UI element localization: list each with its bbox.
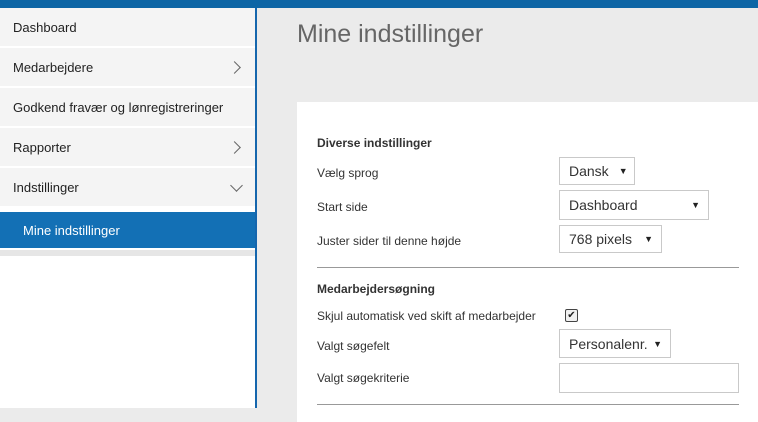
page-title: Mine indstillinger [297,20,484,48]
sidebar-item-label: Indstillinger [13,179,79,195]
language-label: Vælg sprog [317,166,379,180]
sidebar-item-label: Godkend fravær og lønregistreringer [13,99,224,115]
settings-panel: Diverse indstillinger Vælg sprog Dansk ▼… [297,102,758,422]
main-content: Mine indstillinger Diverse indstillinger… [257,8,758,422]
page-height-select[interactable]: 768 pixels ▼ [559,225,662,253]
sidebar-item-label: Dashboard [13,19,77,35]
sidebar-subitem-mine-indstillinger[interactable]: Mine indstillinger [0,212,255,250]
sidebar-item-indstillinger[interactable]: Indstillinger [0,168,255,208]
caret-down-icon: ▼ [644,234,653,244]
caret-down-icon: ▼ [653,338,662,349]
search-criteria-input[interactable] [559,363,739,393]
sidebar-item-label: Medarbejdere [13,59,94,75]
start-page-label: Start side [317,200,368,214]
search-field-select-value: Personalenr. [569,335,648,352]
chevron-right-icon [228,140,241,154]
sidebar-item-label: Rapporter [13,139,71,155]
auto-hide-checkbox[interactable]: ✔ [565,309,578,322]
auto-hide-label: Skjul automatisk ved skift af medarbejde… [317,309,536,323]
language-select[interactable]: Dansk ▼ [559,157,635,185]
sidebar-item-label: Mine indstillinger [23,222,120,238]
caret-down-icon: ▼ [618,166,628,176]
search-criteria-label: Valgt søgekriterie [317,371,410,385]
section-title-employee-search: Medarbejdersøgning [317,282,436,296]
sidebar-item-dashboard[interactable]: Dashboard [0,8,255,48]
start-page-select-value: Dashboard [569,197,638,213]
caret-down-icon: ▼ [691,200,700,210]
search-field-label: Valgt søgefelt [317,339,390,353]
chevron-right-icon [228,60,241,74]
start-page-select[interactable]: Dashboard ▼ [559,190,709,220]
sidebar-item-godkend[interactable]: Godkend fravær og lønregistreringer [0,88,255,128]
section-divider [317,267,739,268]
section-title-misc: Diverse indstillinger [317,136,432,150]
sidebar: Dashboard Medarbejdere Godkend fravær og… [0,8,257,408]
search-field-select[interactable]: Personalenr. ▼ [559,329,671,358]
sidebar-divider [0,250,255,256]
chevron-down-icon [230,178,243,192]
page-height-select-value: 768 pixels [569,231,633,247]
language-select-value: Dansk [569,163,609,179]
page-height-label: Juster sider til denne højde [317,234,462,248]
top-bar [0,0,758,8]
sidebar-item-rapporter[interactable]: Rapporter [0,128,255,168]
sidebar-item-medarbejdere[interactable]: Medarbejdere [0,48,255,88]
section-divider [317,404,739,405]
